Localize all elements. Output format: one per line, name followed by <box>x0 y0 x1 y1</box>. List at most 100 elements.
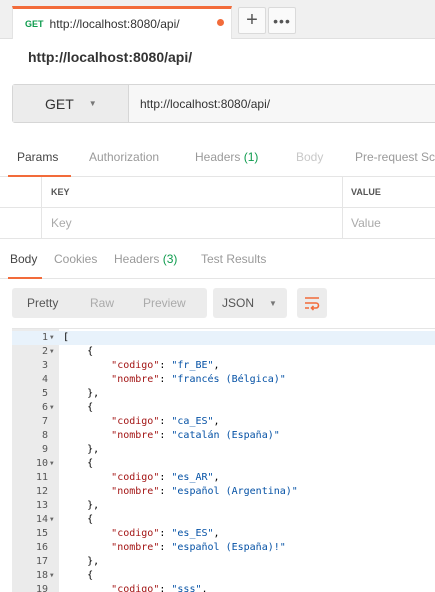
code-text: { <box>63 345 93 359</box>
fold-caret-icon[interactable]: ▼ <box>50 345 54 359</box>
pretty-button[interactable]: Pretty <box>27 296 58 310</box>
request-tab[interactable]: GET http://localhost:8080/api/ <box>12 6 232 39</box>
tab-headers[interactable]: Headers (1) <box>195 150 258 164</box>
json-colon: : <box>159 528 172 539</box>
tab-params[interactable]: Params <box>17 150 58 164</box>
params-row-checkbox[interactable] <box>0 208 42 238</box>
tab-params-label: Params <box>17 150 59 164</box>
code-line: 3 "codigo": "fr_BE", <box>12 359 435 373</box>
fold-caret-icon[interactable]: ▼ <box>50 331 54 345</box>
code-line: 2 ▼ { <box>12 345 435 359</box>
new-tab-button[interactable]: + <box>238 7 266 34</box>
line-number: 2 <box>41 346 48 357</box>
tab-response-headers-label: Headers <box>114 252 160 266</box>
line-number: 7 <box>41 416 48 427</box>
line-number: 12 <box>35 486 48 497</box>
method-select[interactable]: GET ▼ <box>13 85 129 122</box>
line-number: 17 <box>35 556 48 567</box>
json-punctuation: }, <box>87 556 100 567</box>
tab-body[interactable]: Body <box>296 150 323 164</box>
param-value-input[interactable]: Value <box>343 208 435 238</box>
tab-cookies-label: Cookies <box>54 252 98 266</box>
json-key: "nombre" <box>111 430 160 441</box>
code-text: }, <box>63 499 99 513</box>
more-tabs-button[interactable]: ••• <box>268 7 296 34</box>
raw-button[interactable]: Raw <box>90 296 114 310</box>
line-number: 9 <box>41 444 48 455</box>
json-comma: , <box>213 416 220 427</box>
json-string: "francés (Bélgica)" <box>171 374 286 385</box>
code-line: 13 }, <box>12 499 435 513</box>
tab-headers-label: Headers <box>195 150 241 164</box>
param-key-input[interactable]: Key <box>42 208 343 238</box>
params-row: Key Value <box>0 208 435 239</box>
code-text: "codigo": "es_AR", <box>63 471 219 485</box>
line-number: 18 <box>35 570 48 581</box>
code-line: 10 ▼ { <box>12 457 435 471</box>
json-string: "es_AR" <box>171 472 214 483</box>
response-tabs: Body Cookies Headers (3) Test Results <box>0 246 435 279</box>
code-text: "nombre": "catalán (España)" <box>63 429 280 443</box>
line-number: 15 <box>35 528 48 539</box>
json-punctuation: { <box>87 346 94 357</box>
line-number: 4 <box>41 374 48 385</box>
fold-caret-icon[interactable]: ▼ <box>50 569 54 583</box>
fold-caret-icon[interactable]: ▼ <box>50 457 54 471</box>
tab-pre-request[interactable]: Pre-request Sc <box>355 150 435 164</box>
json-comma: , <box>213 360 220 371</box>
wrap-lines-button[interactable] <box>297 288 327 318</box>
code-line: 6 ▼ { <box>12 401 435 415</box>
json-string: "catalán (España)" <box>171 430 280 441</box>
active-response-tab-indicator <box>8 277 42 279</box>
line-number: 19 <box>35 584 48 592</box>
method-select-value: GET <box>45 95 74 112</box>
json-colon: : <box>159 430 172 441</box>
code-line: 4 "nombre": "francés (Bélgica)" <box>12 373 435 387</box>
json-string: "español (Argentina)" <box>171 486 298 497</box>
tab-pre-request-label: Pre-request Sc <box>355 150 435 164</box>
url-bar: GET ▼ http://localhost:8080/api/ <box>12 84 435 123</box>
tab-headers-count: (1) <box>243 150 259 164</box>
json-string: "fr_BE" <box>171 360 214 371</box>
response-body-editor[interactable]: 1 ▼[2 ▼ {3 "codigo": "fr_BE", 4 "nombre": "… <box>12 328 435 592</box>
code-line: 1 ▼ [ <box>12 331 435 345</box>
tab-cookies[interactable]: Cookies <box>54 252 97 266</box>
json-string: "ca_ES" <box>171 416 214 427</box>
tab-authorization[interactable]: Authorization <box>89 150 159 164</box>
line-number: 1 <box>41 332 48 343</box>
json-punctuation: { <box>87 570 94 581</box>
json-string: "español (España)!" <box>171 542 286 553</box>
params-checkbox-column <box>0 177 42 207</box>
params-key-header: KEY <box>42 177 343 207</box>
unsaved-dot-icon <box>217 19 224 26</box>
request-tabs: Params Authorization Headers (1) Body Pr… <box>0 140 435 177</box>
line-number: 14 <box>35 514 48 525</box>
json-punctuation: { <box>87 402 94 413</box>
fold-caret-icon[interactable]: ▼ <box>50 513 54 527</box>
code-line: 17 }, <box>12 555 435 569</box>
format-select[interactable]: JSON ▼ <box>213 288 287 318</box>
tab-response-body[interactable]: Body <box>10 252 37 266</box>
code-text: }, <box>63 387 99 401</box>
tab-test-results[interactable]: Test Results <box>201 252 266 266</box>
url-input[interactable]: http://localhost:8080/api/ <box>129 85 435 122</box>
code-text: }, <box>63 555 99 569</box>
code-line: 7 "codigo": "ca_ES", <box>12 415 435 429</box>
caret-down-icon: ▼ <box>88 99 97 108</box>
json-colon: : <box>159 472 172 483</box>
wrap-lines-icon <box>305 297 320 311</box>
code-text: }, <box>63 443 99 457</box>
tab-response-headers[interactable]: Headers (3) <box>114 252 177 266</box>
caret-down-icon: ▼ <box>269 298 277 308</box>
code-text: "codigo": "sss", <box>63 583 207 592</box>
fold-caret-icon[interactable]: ▼ <box>50 401 54 415</box>
preview-button[interactable]: Preview <box>143 296 186 310</box>
tab-test-results-label: Test Results <box>201 252 267 266</box>
code-text: "codigo": "ca_ES", <box>63 415 220 429</box>
tab-response-body-label: Body <box>10 252 38 266</box>
code-line: 16 "nombre": "español (España)!" <box>12 541 435 555</box>
line-number: 10 <box>35 458 48 469</box>
json-colon: : <box>159 416 172 427</box>
code-line: 9 }, <box>12 443 435 457</box>
json-key: "codigo" <box>111 472 160 483</box>
